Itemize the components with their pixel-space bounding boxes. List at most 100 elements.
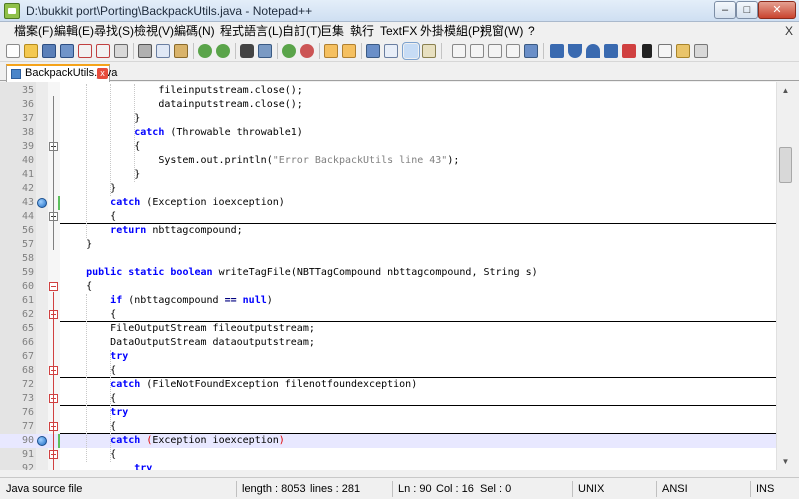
menu-help[interactable]: ?: [528, 24, 535, 38]
code-line[interactable]: 61 if (nbttagcompound == null): [0, 294, 776, 308]
collapse-icon[interactable]: [568, 44, 582, 58]
toolbar-separator: [277, 43, 278, 59]
stop-macro-icon[interactable]: [470, 44, 484, 58]
tab-bar: BackpackUtils.java x: [0, 62, 799, 82]
maximize-button[interactable]: □: [736, 1, 758, 19]
zoom-in-icon[interactable]: [282, 44, 296, 58]
code-line[interactable]: 38 catch (Throwable throwable1): [0, 126, 776, 140]
close-document-button[interactable]: X: [785, 24, 793, 38]
close-icon[interactable]: [78, 44, 92, 58]
code-text: {: [62, 365, 117, 376]
code-line[interactable]: 39 {: [0, 140, 776, 154]
menu-language[interactable]: 程式語言(L): [220, 24, 283, 38]
new-file-icon[interactable]: [6, 44, 20, 58]
save-all-icon[interactable]: [60, 44, 74, 58]
scroll-up-arrow-icon[interactable]: ▲: [778, 82, 793, 99]
code-line[interactable]: 72 catch (FileNotFoundException filenotf…: [0, 378, 776, 392]
play-macro-icon[interactable]: [488, 44, 502, 58]
tab-close-icon[interactable]: x: [97, 68, 108, 79]
code-line[interactable]: 68 {: [0, 364, 776, 378]
fold-toggle-icon[interactable]: [49, 282, 58, 291]
minimize-button[interactable]: –: [714, 1, 736, 19]
code-line[interactable]: 43 catch (Exception ioexception): [0, 196, 776, 210]
expand-icon[interactable]: [586, 44, 600, 58]
scroll-down-arrow-icon[interactable]: ▼: [778, 453, 793, 470]
code-line[interactable]: 58: [0, 252, 776, 266]
code-line[interactable]: 92 try: [0, 462, 776, 470]
menu-run[interactable]: 執行: [350, 24, 374, 38]
code-line[interactable]: 76 try: [0, 406, 776, 420]
trim-icon[interactable]: [550, 44, 564, 58]
code-line[interactable]: 36 datainputstream.close();: [0, 98, 776, 112]
print-icon[interactable]: [114, 44, 128, 58]
menu-search[interactable]: 尋找(S): [94, 24, 134, 38]
run-macro-icon[interactable]: [506, 44, 520, 58]
menu-window[interactable]: 視窗(W): [480, 24, 523, 38]
replace-icon[interactable]: [258, 44, 272, 58]
comment-icon[interactable]: [642, 44, 652, 58]
code-editor[interactable]: 35 fileinputstream.close(); 36 datainputs…: [0, 82, 776, 470]
open-file-icon[interactable]: [24, 44, 38, 58]
code-line[interactable]: 67 try: [0, 350, 776, 364]
code-line[interactable]: 35 fileinputstream.close();: [0, 84, 776, 98]
code-line[interactable]: 62 {: [0, 308, 776, 322]
status-insert-mode: INS: [756, 483, 775, 495]
code-line[interactable]: 37 }: [0, 112, 776, 126]
line-number: 39: [21, 141, 34, 152]
status-language: Java source file: [6, 483, 83, 495]
close-window-button[interactable]: ✕: [758, 1, 796, 19]
function-icon[interactable]: [604, 44, 618, 58]
bookmark-icon[interactable]: [37, 198, 47, 208]
tab-backpackutils[interactable]: BackpackUtils.java x: [6, 64, 117, 82]
user-lang-icon[interactable]: [422, 44, 436, 58]
cut-icon[interactable]: [138, 44, 152, 58]
menu-macro[interactable]: 巨集: [320, 24, 344, 38]
code-line[interactable]: 60 {: [0, 280, 776, 294]
vertical-scrollbar[interactable]: ▲ ▼: [776, 82, 793, 470]
clipboard-icon[interactable]: [658, 44, 672, 58]
save-icon[interactable]: [42, 44, 56, 58]
code-line[interactable]: 42 }: [0, 182, 776, 196]
code-line[interactable]: 77 {: [0, 420, 776, 434]
menu-encoding[interactable]: 編碼(N): [174, 24, 215, 38]
copy-icon[interactable]: [156, 44, 170, 58]
sync-vertical-icon[interactable]: [324, 44, 338, 58]
notepad-plus-plus-icon: [4, 3, 20, 19]
code-text: return nbttagcompound;: [110, 225, 243, 236]
code-line[interactable]: 66 DataOutputStream dataoutputstream;: [0, 336, 776, 350]
menu-textfx[interactable]: TextFX: [380, 24, 417, 38]
menu-file[interactable]: 檔案(F): [14, 24, 53, 38]
hex-icon[interactable]: [622, 44, 636, 58]
menu-view[interactable]: 檢視(V): [134, 24, 174, 38]
record-macro-icon[interactable]: [452, 44, 466, 58]
sync-horizontal-icon[interactable]: [342, 44, 356, 58]
code-line[interactable]: 40 System.out.println("Error BackpackUti…: [0, 154, 776, 168]
code-text: {: [62, 281, 93, 292]
close-all-icon[interactable]: [96, 44, 110, 58]
toolbar-extra-icon[interactable]: [694, 44, 708, 58]
code-line[interactable]: 41 }: [0, 168, 776, 182]
undo-icon[interactable]: [198, 44, 212, 58]
code-line[interactable]: 56 return nbttagcompound;: [0, 224, 776, 238]
indent-guide-icon[interactable]: [402, 42, 420, 60]
menu-settings[interactable]: 自訂(T): [282, 24, 321, 38]
scrollbar-thumb[interactable]: [779, 147, 792, 183]
menu-edit[interactable]: 編輯(E): [54, 24, 94, 38]
code-line[interactable]: 59 public static boolean writeTagFile(NB…: [0, 266, 776, 280]
code-line[interactable]: 65 FileOutputStream fileoutputstream;: [0, 322, 776, 336]
menu-plugins[interactable]: 外掛模組(P): [420, 24, 484, 38]
compare-icon[interactable]: [676, 44, 690, 58]
code-line[interactable]: 90 catch (Exception ioexception): [0, 434, 776, 448]
show-all-chars-icon[interactable]: [384, 44, 398, 58]
code-line[interactable]: 91 {: [0, 448, 776, 462]
code-line[interactable]: 73 {: [0, 392, 776, 406]
bookmark-icon[interactable]: [37, 436, 47, 446]
redo-icon[interactable]: [216, 44, 230, 58]
code-line[interactable]: 57 }: [0, 238, 776, 252]
find-icon[interactable]: [240, 44, 254, 58]
zoom-out-icon[interactable]: [300, 44, 314, 58]
save-macro-icon[interactable]: [524, 44, 538, 58]
paste-icon[interactable]: [174, 44, 188, 58]
word-wrap-icon[interactable]: [366, 44, 380, 58]
code-line[interactable]: 44 {: [0, 210, 776, 224]
